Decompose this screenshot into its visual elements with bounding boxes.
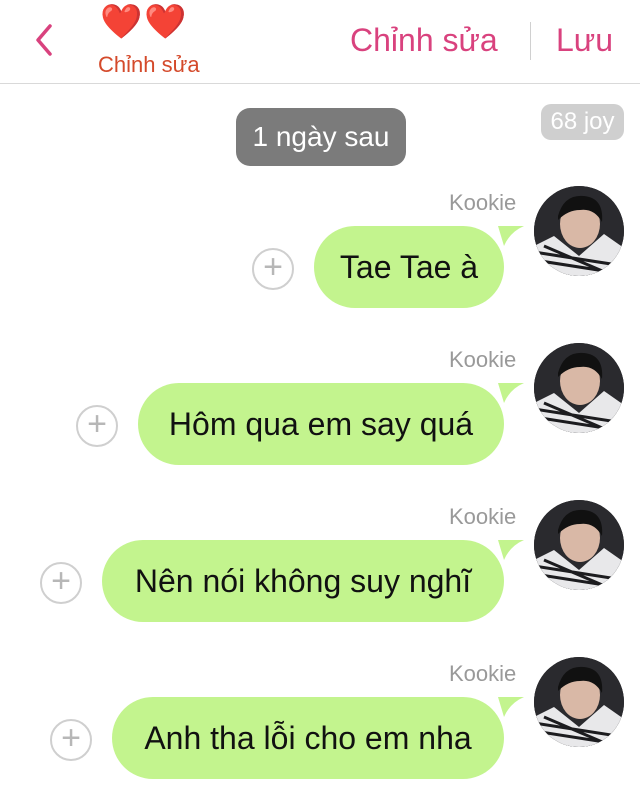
sender-name: Kookie	[449, 504, 517, 529]
message-bubble[interactable]: Tae Tae à	[314, 226, 504, 308]
date-separator: 1 ngày sau	[236, 108, 406, 166]
back-chevron-icon[interactable]	[30, 22, 58, 58]
add-reaction-button[interactable]: +	[40, 562, 82, 604]
message-bubble[interactable]: Hôm qua em say quá	[138, 383, 504, 465]
sender-name: Kookie	[449, 347, 517, 372]
bubble-tail	[498, 697, 524, 717]
add-reaction-button[interactable]: +	[252, 248, 294, 290]
header-subtitle: Chỉnh sửa	[98, 52, 200, 77]
header-divider	[530, 22, 531, 60]
sender-name: Kookie	[449, 661, 517, 686]
avatar-image	[534, 500, 624, 590]
heart-icon: ❤️	[144, 3, 189, 41]
avatar[interactable]	[534, 186, 624, 276]
avatar[interactable]	[534, 657, 624, 747]
bubble-tail	[498, 383, 524, 403]
edit-button[interactable]: Chỉnh sửa	[350, 22, 498, 59]
sender-name: Kookie	[449, 190, 517, 215]
add-reaction-button[interactable]: +	[50, 719, 92, 761]
top-bar: ❤️❤️ Chỉnh sửa Chỉnh sửa Lưu	[0, 0, 640, 84]
bubble-tail	[498, 226, 524, 246]
avatar-image	[534, 343, 624, 433]
bubble-tail	[498, 540, 524, 560]
avatar-image	[534, 657, 624, 747]
add-reaction-button[interactable]: +	[76, 405, 118, 447]
avatar[interactable]	[534, 500, 624, 590]
message-bubble[interactable]: Anh tha lỗi cho em nha	[112, 697, 504, 779]
save-button[interactable]: Lưu	[556, 22, 613, 59]
message-bubble[interactable]: Nên nói không suy nghĩ	[102, 540, 504, 622]
character-counter-badge: 68 joy	[541, 104, 624, 140]
heart-icon: ❤️	[100, 3, 145, 41]
avatar[interactable]	[534, 343, 624, 433]
avatar-image	[534, 186, 624, 276]
hearts-emoji: ❤️❤️	[100, 2, 189, 42]
